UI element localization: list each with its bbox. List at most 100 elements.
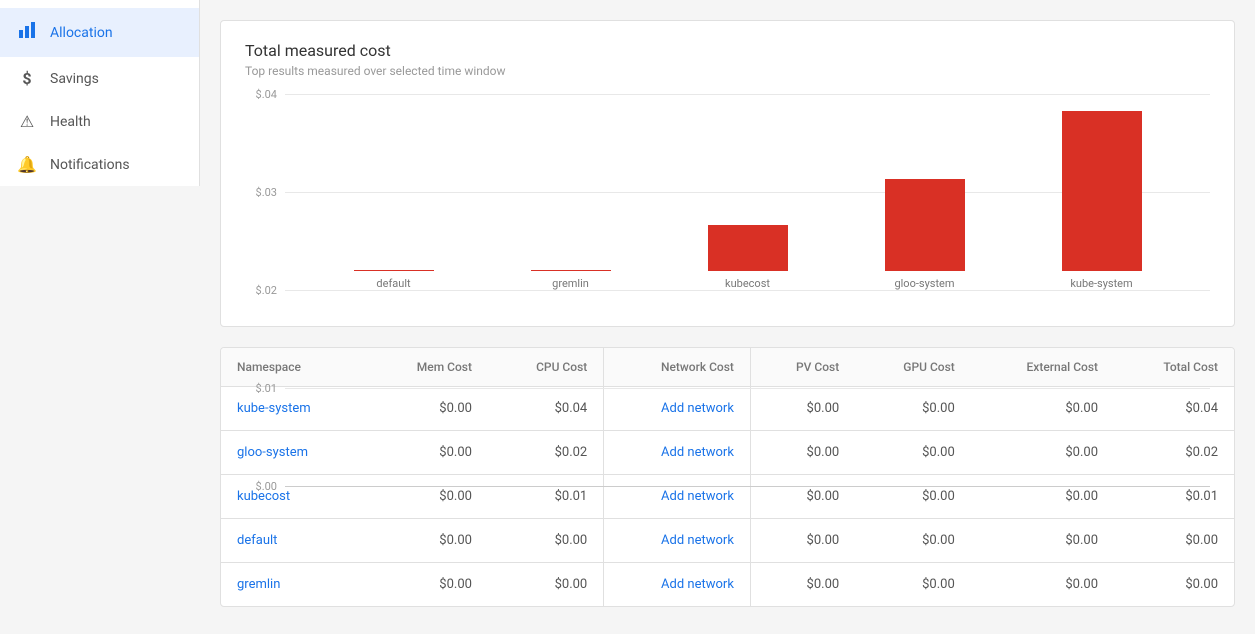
- cell-external: $0.00: [971, 563, 1114, 607]
- bar-group-gloo-system: gloo-system: [836, 179, 1013, 290]
- bar-default: [354, 270, 434, 271]
- grid-label-2: $.03: [241, 186, 277, 199]
- cell-pv: $0.00: [750, 387, 855, 431]
- chart-subtitle: Top results measured over selected time …: [245, 64, 1210, 78]
- bar-label-kube-system: kube-system: [1070, 277, 1132, 290]
- namespace-link[interactable]: gloo-system: [237, 445, 308, 460]
- bar-group-gremlin: gremlin: [482, 270, 659, 290]
- add-network-link[interactable]: Add network: [661, 401, 734, 416]
- sidebar-item-health[interactable]: ⚠ Health: [0, 100, 199, 143]
- sidebar: Allocation $ Savings ⚠ Health 🔔 Notifica…: [0, 0, 200, 634]
- col-header-mem: Mem Cost: [367, 348, 488, 387]
- grid-label-3: $.02: [241, 284, 277, 297]
- sidebar-item-savings[interactable]: $ Savings: [0, 57, 199, 100]
- allocation-icon: [16, 20, 38, 45]
- bar-label-default: default: [376, 277, 410, 290]
- notifications-icon: 🔔: [16, 155, 38, 174]
- cell-mem: $0.00: [367, 563, 488, 607]
- cell-cpu: $0.04: [488, 387, 604, 431]
- cell-gpu: $0.00: [855, 563, 971, 607]
- cell-network: Add network: [604, 519, 751, 563]
- cell-external: $0.00: [971, 431, 1114, 475]
- bar-group-kube-system: kube-system: [1013, 111, 1190, 290]
- cell-mem: $0.00: [367, 519, 488, 563]
- namespace-link[interactable]: gremlin: [237, 577, 280, 592]
- cell-total: $0.01: [1114, 475, 1234, 519]
- add-network-link[interactable]: Add network: [661, 533, 734, 548]
- cell-gpu: $0.00: [855, 387, 971, 431]
- main-content: Total measured cost Top results measured…: [200, 0, 1255, 634]
- cell-namespace: default: [221, 519, 367, 563]
- add-network-link[interactable]: Add network: [661, 577, 734, 592]
- cell-total: $0.04: [1114, 387, 1234, 431]
- bar-group-kubecost: kubecost: [659, 225, 836, 290]
- table-row: gloo-system $0.00 $0.02 Add network $0.0…: [221, 431, 1234, 475]
- cell-mem: $0.00: [367, 475, 488, 519]
- savings-icon: $: [16, 69, 38, 88]
- add-network-link[interactable]: Add network: [661, 489, 734, 504]
- col-header-cpu: CPU Cost: [488, 348, 604, 387]
- cell-cpu: $0.02: [488, 431, 604, 475]
- cell-cpu: $0.00: [488, 563, 604, 607]
- col-header-gpu: GPU Cost: [855, 348, 971, 387]
- cell-network: Add network: [604, 387, 751, 431]
- cell-total: $0.02: [1114, 431, 1234, 475]
- bar-chart: $.04 $.03 $.02 $.01 $.00: [285, 94, 1210, 314]
- add-network-link[interactable]: Add network: [661, 445, 734, 460]
- sidebar-item-allocation[interactable]: Allocation: [0, 8, 199, 57]
- cell-pv: $0.00: [750, 431, 855, 475]
- cell-mem: $0.00: [367, 431, 488, 475]
- table-header-row: Namespace Mem Cost CPU Cost Network Cost…: [221, 348, 1234, 387]
- sidebar-item-label: Notifications: [50, 157, 130, 173]
- chart-card: Total measured cost Top results measured…: [220, 20, 1235, 327]
- sidebar-item-label: Allocation: [50, 25, 113, 41]
- cell-external: $0.00: [971, 387, 1114, 431]
- table-row: gremlin $0.00 $0.00 Add network $0.00 $0…: [221, 563, 1234, 607]
- cell-total: $0.00: [1114, 563, 1234, 607]
- bars-container: default gremlin kubecost gloo-system kub…: [285, 94, 1210, 290]
- cell-namespace: gremlin: [221, 563, 367, 607]
- cell-network: Add network: [604, 431, 751, 475]
- bar-label-kubecost: kubecost: [725, 277, 770, 290]
- cell-gpu: $0.00: [855, 519, 971, 563]
- cell-gpu: $0.00: [855, 475, 971, 519]
- cell-external: $0.00: [971, 475, 1114, 519]
- cell-pv: $0.00: [750, 475, 855, 519]
- cell-namespace: gloo-system: [221, 431, 367, 475]
- table-card: Namespace Mem Cost CPU Cost Network Cost…: [220, 347, 1235, 607]
- grid-label-1: $.04: [241, 88, 277, 101]
- sidebar-item-label: Savings: [50, 71, 99, 87]
- cell-cpu: $0.01: [488, 475, 604, 519]
- cell-total: $0.00: [1114, 519, 1234, 563]
- cell-mem: $0.00: [367, 387, 488, 431]
- bar-kube-system: [1062, 111, 1142, 271]
- cell-pv: $0.00: [750, 563, 855, 607]
- table-row: kube-system $0.00 $0.04 Add network $0.0…: [221, 387, 1234, 431]
- grid-label-4: $.01: [241, 382, 277, 395]
- grid-label-5: $.00: [241, 480, 277, 493]
- sidebar-item-label: Health: [50, 114, 91, 130]
- health-icon: ⚠: [16, 112, 38, 131]
- bar-gremlin: [531, 270, 611, 271]
- namespace-link[interactable]: default: [237, 533, 277, 548]
- bar-gloo-system: [885, 179, 965, 271]
- col-header-namespace: Namespace: [221, 348, 367, 387]
- bar-kubecost: [708, 225, 788, 271]
- bar-label-gremlin: gremlin: [552, 277, 589, 290]
- cell-gpu: $0.00: [855, 431, 971, 475]
- col-header-network: Network Cost: [604, 348, 751, 387]
- cell-external: $0.00: [971, 519, 1114, 563]
- namespace-link[interactable]: kube-system: [237, 401, 311, 416]
- bar-group-default: default: [305, 270, 482, 290]
- cell-network: Add network: [604, 563, 751, 607]
- cost-table: Namespace Mem Cost CPU Cost Network Cost…: [221, 348, 1234, 606]
- bar-label-gloo-system: gloo-system: [894, 277, 954, 290]
- sidebar-item-notifications[interactable]: 🔔 Notifications: [0, 143, 199, 186]
- col-header-total: Total Cost: [1114, 348, 1234, 387]
- table-row: kubecost $0.00 $0.01 Add network $0.00 $…: [221, 475, 1234, 519]
- chart-title: Total measured cost: [245, 41, 1210, 60]
- cell-pv: $0.00: [750, 519, 855, 563]
- col-header-pv: PV Cost: [750, 348, 855, 387]
- col-header-external: External Cost: [971, 348, 1114, 387]
- cell-network: Add network: [604, 475, 751, 519]
